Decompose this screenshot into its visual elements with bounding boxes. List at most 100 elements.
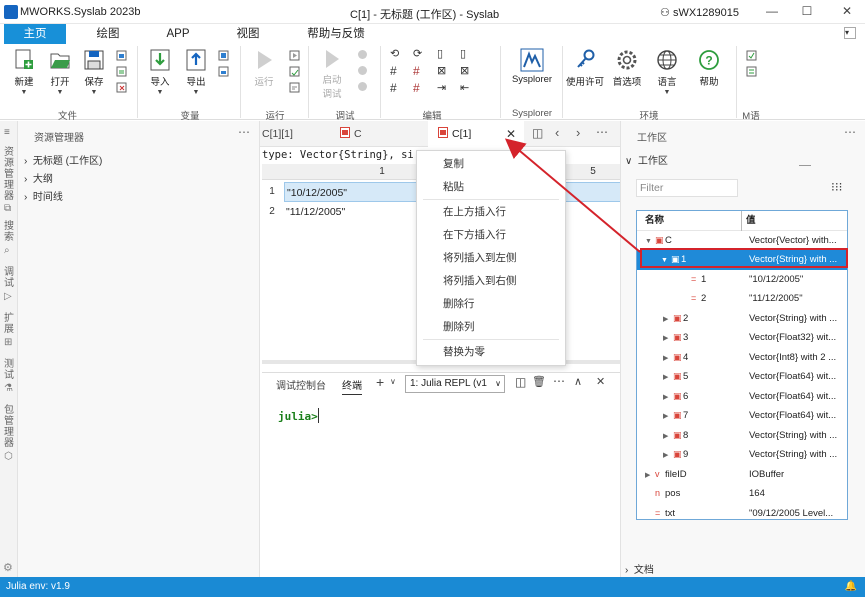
tab-home[interactable]: 主页 bbox=[4, 24, 66, 44]
split-editor-icon[interactable]: ◫ bbox=[532, 126, 543, 140]
row-number[interactable]: 1 bbox=[262, 182, 282, 202]
compare-icon[interactable] bbox=[116, 66, 127, 77]
name-column-header[interactable]: 名称 bbox=[645, 211, 664, 231]
repl-select[interactable]: 1: Julia REPL (v1 ∨ bbox=[405, 375, 505, 393]
test-icon[interactable]: ⚗ bbox=[4, 383, 13, 394]
workspace-section-header[interactable]: ∨ 工作区 bbox=[625, 152, 668, 167]
menu-insert-col-right[interactable]: 将列插入到右侧 bbox=[417, 270, 565, 292]
expand-right-icon[interactable]: ▶ bbox=[663, 310, 673, 330]
close-file-icon[interactable] bbox=[116, 82, 127, 93]
expand-right-icon[interactable]: ▶ bbox=[663, 427, 673, 447]
sysplorer-button[interactable]: Sysplorer bbox=[508, 48, 556, 85]
activity-explorer[interactable]: 资源管理器 bbox=[3, 147, 15, 202]
tab-plot[interactable]: 绘图 bbox=[86, 24, 130, 44]
step-out-icon[interactable] bbox=[358, 82, 367, 91]
activity-search[interactable]: 搜索 bbox=[3, 221, 15, 243]
workspace-row[interactable]: ▶ ▣8 Vector{String} with ... bbox=[637, 426, 847, 446]
expand-right-icon[interactable]: ▶ bbox=[645, 466, 655, 486]
menu-insert-row-above[interactable]: 在上方插入行 bbox=[417, 201, 565, 223]
menu-delete-row[interactable]: 删除行 bbox=[417, 293, 565, 315]
expand-right-icon[interactable]: ▶ bbox=[663, 349, 673, 369]
editor-tab-c[interactable]: C bbox=[336, 121, 426, 147]
run-file-icon[interactable] bbox=[289, 82, 300, 93]
notifications-icon[interactable]: 🔔 bbox=[845, 577, 857, 597]
workspace-row[interactable]: ▶ ▣6 Vector{Float64} wit... bbox=[637, 387, 847, 407]
editor-tab-c11[interactable]: C[1][1] bbox=[260, 121, 330, 147]
language-button[interactable]: 语言 ▼ bbox=[652, 48, 682, 96]
julia-env-status[interactable]: Julia env: v1.9 bbox=[6, 581, 70, 592]
nav-back-icon[interactable]: ‹ bbox=[555, 125, 559, 140]
run-line-icon[interactable] bbox=[289, 66, 300, 77]
undo-icon[interactable]: ⟲ bbox=[390, 47, 399, 60]
workspace-filter-input[interactable]: Filter bbox=[636, 179, 738, 197]
menu-icon[interactable]: ≡ bbox=[4, 127, 10, 138]
uncomment-icon[interactable]: # bbox=[413, 64, 420, 78]
preferences-button[interactable]: 首选项 bbox=[610, 48, 644, 88]
menu-copy[interactable]: 复制 bbox=[417, 153, 565, 175]
workspace-row[interactable]: ▶ ▣3 Vector{Float32} wit... bbox=[637, 328, 847, 348]
terminal-more-icon[interactable]: ⋯ bbox=[553, 374, 565, 388]
package-icon[interactable]: ⬡ bbox=[4, 451, 13, 462]
bookmark-icon[interactable]: ▯ bbox=[437, 47, 443, 60]
run-button[interactable]: 运行 bbox=[250, 48, 278, 88]
collapse-icon[interactable] bbox=[799, 165, 811, 166]
expand-right-icon[interactable]: ▶ bbox=[663, 407, 673, 427]
start-debug-button[interactable]: 启动 调试 bbox=[318, 48, 346, 100]
files-icon[interactable]: ⧉ bbox=[4, 203, 11, 214]
trash-icon[interactable]: 🗑 bbox=[532, 375, 546, 388]
tab-view[interactable]: 视图 bbox=[228, 24, 268, 44]
m-convert-icon[interactable] bbox=[746, 50, 757, 61]
save-button[interactable]: 保存 ▼ bbox=[80, 48, 108, 96]
collapse-ribbon-icon[interactable]: ▾ bbox=[844, 27, 856, 39]
comment-icon[interactable]: # bbox=[390, 64, 397, 78]
debug-icon[interactable]: ▷ bbox=[4, 291, 12, 302]
expand-right-icon[interactable]: ▶ bbox=[663, 329, 673, 349]
workspace-row[interactable]: ▶ ▣4 Vector{Int8} with 2 ... bbox=[637, 348, 847, 368]
tree-item-outline[interactable]: › 大纲 bbox=[24, 170, 53, 185]
workspace-row[interactable]: ▶ ▣2 Vector{String} with ... bbox=[637, 309, 847, 329]
menu-insert-row-below[interactable]: 在下方插入行 bbox=[417, 224, 565, 246]
workspace-row[interactable]: = 1 "10/12/2005" bbox=[637, 270, 847, 290]
new-terminal-icon[interactable]: + bbox=[376, 374, 384, 390]
search-icon[interactable]: ⌕ bbox=[4, 245, 10, 256]
chevron-down-icon[interactable]: ∨ bbox=[390, 377, 396, 386]
step-over-icon[interactable] bbox=[358, 50, 367, 59]
activity-extensions[interactable]: 扩展 bbox=[3, 313, 15, 335]
tab-debug-console[interactable]: 调试控制台 bbox=[276, 377, 326, 392]
outdent-icon[interactable]: ⇤ bbox=[460, 81, 469, 94]
nav-forward-icon[interactable]: › bbox=[576, 125, 580, 140]
docs-section-header[interactable]: › 文档 bbox=[625, 561, 654, 576]
workspace-row[interactable]: ▶ ▣5 Vector{Float64} wit... bbox=[637, 367, 847, 387]
tab-help[interactable]: 帮助与反馈 bbox=[305, 24, 367, 44]
import-button[interactable]: 导入 ▼ bbox=[146, 48, 174, 96]
workspace-row[interactable]: n pos 164 bbox=[637, 484, 847, 504]
editor-more-icon[interactable]: ⋯ bbox=[596, 125, 608, 139]
tab-terminal[interactable]: 终端 bbox=[342, 377, 362, 395]
open-button[interactable]: 打开 ▼ bbox=[46, 48, 74, 96]
editor-tab-c1[interactable]: C[1] ✕ bbox=[428, 121, 524, 147]
new-button[interactable]: 新建 ▼ bbox=[10, 48, 38, 96]
user-account[interactable]: ⚇ sWX1289015 bbox=[660, 6, 739, 19]
grid-view-icon[interactable]: ⁝⁝⁝ bbox=[831, 180, 842, 194]
expand-right-icon[interactable]: ▶ bbox=[663, 388, 673, 408]
menu-replace-zero[interactable]: 替换为零 bbox=[417, 341, 565, 363]
workspace-row[interactable]: ▶ ▣7 Vector{Float64} wit... bbox=[637, 406, 847, 426]
block-uncomment-icon[interactable]: # bbox=[413, 81, 420, 95]
block-comment-icon[interactable]: # bbox=[390, 81, 397, 95]
open-recent-icon[interactable] bbox=[116, 50, 127, 61]
split-terminal-icon[interactable]: ◫ bbox=[515, 375, 526, 389]
maximize-button[interactable]: ☐ bbox=[800, 4, 814, 18]
export-button[interactable]: 导出 ▼ bbox=[182, 48, 210, 96]
row-number[interactable]: 2 bbox=[262, 202, 282, 222]
tree-item-timeline[interactable]: › 时间线 bbox=[24, 188, 63, 203]
workspace-save-icon[interactable] bbox=[218, 66, 229, 77]
workspace-row[interactable]: ▶ v fileID IOBuffer bbox=[637, 465, 847, 485]
column-header[interactable]: 5 bbox=[566, 164, 620, 180]
license-button[interactable]: 使用许可 bbox=[566, 48, 604, 88]
step-into-icon[interactable] bbox=[358, 66, 367, 75]
workspace-row[interactable]: ▶ ▣9 Vector{String} with ... bbox=[637, 445, 847, 465]
extensions-icon[interactable]: ⊞ bbox=[4, 337, 12, 348]
activity-debug[interactable]: 调试 bbox=[3, 267, 15, 289]
activity-package-manager[interactable]: 包管理器 bbox=[3, 405, 15, 449]
tab-app[interactable]: APP bbox=[158, 24, 198, 44]
